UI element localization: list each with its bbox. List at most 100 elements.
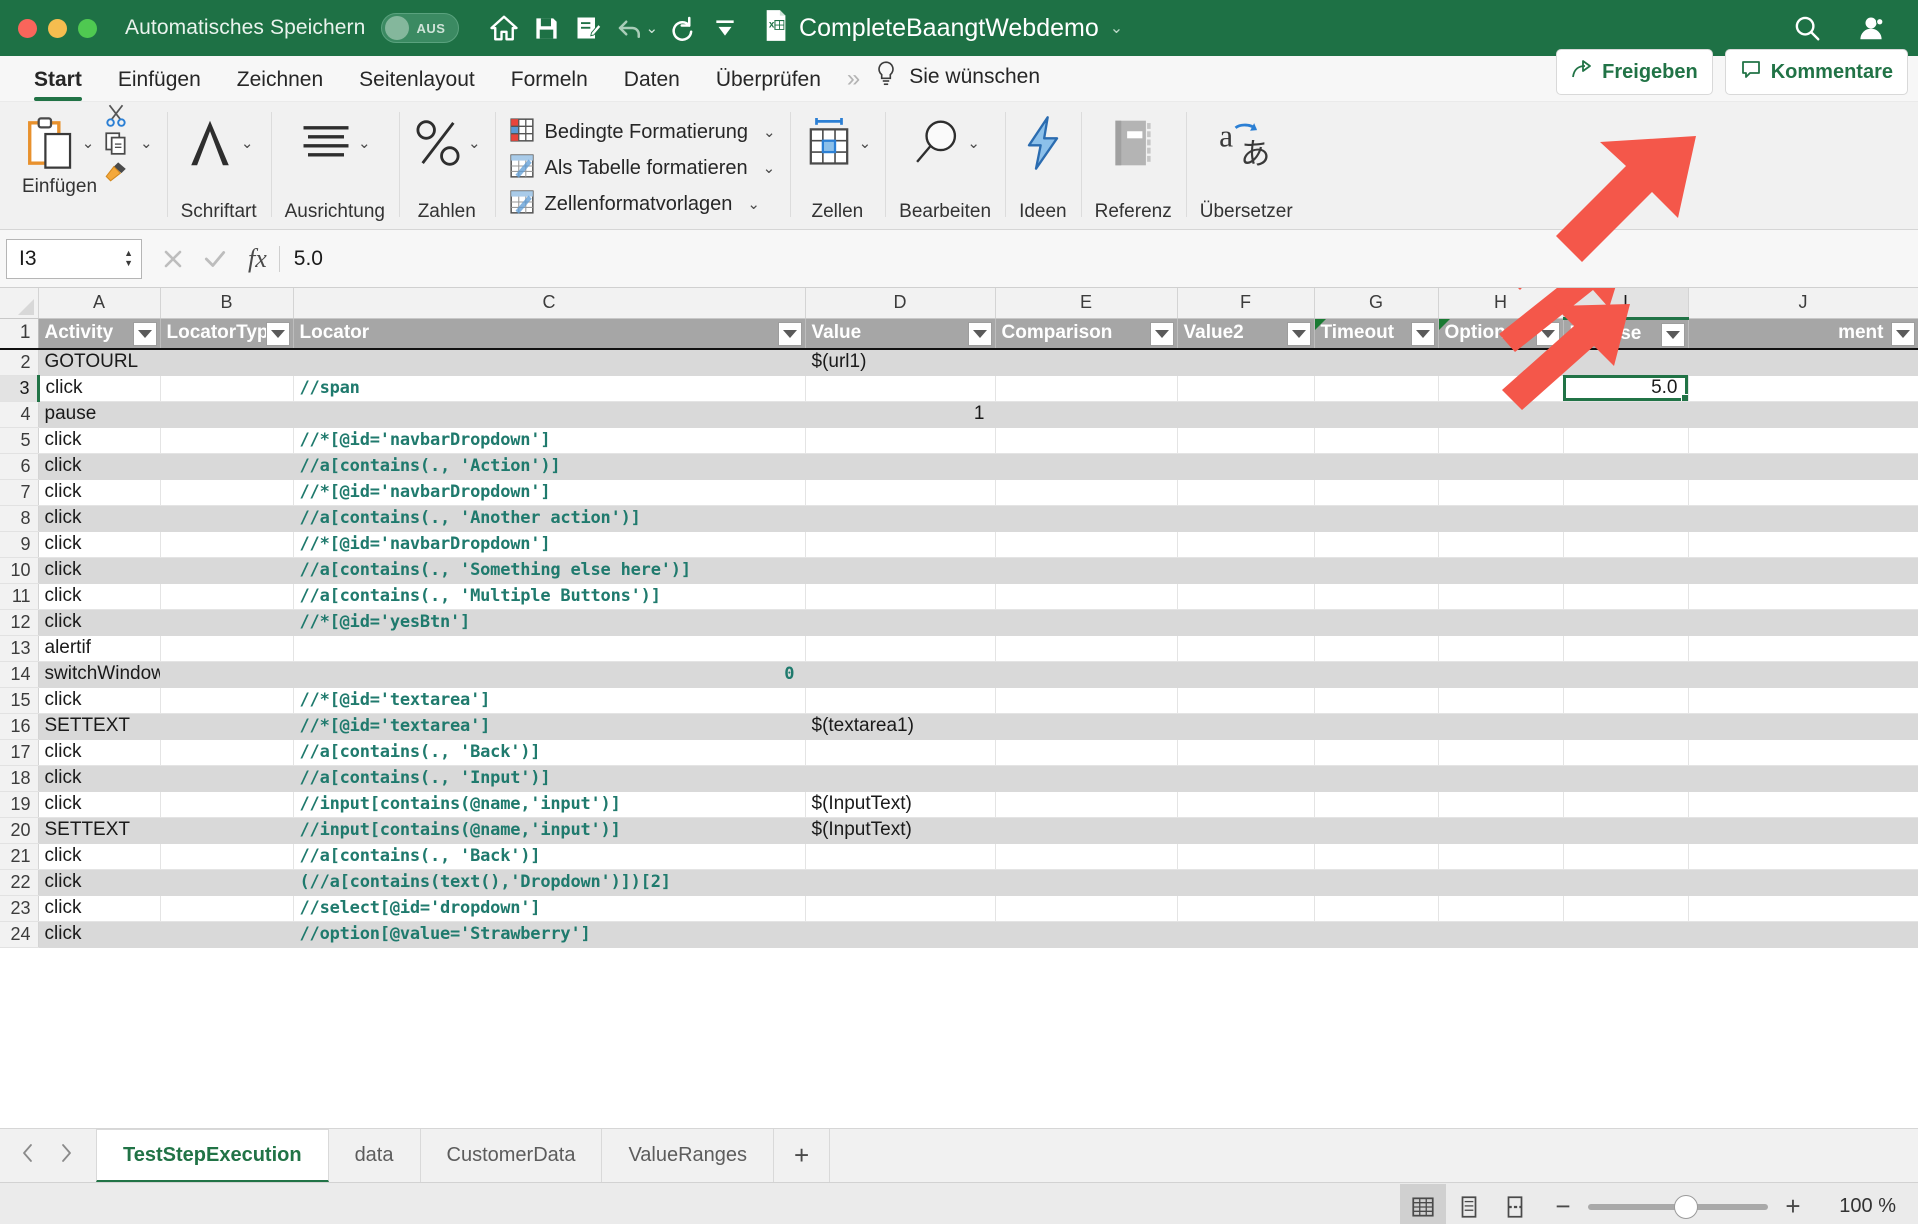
cell-styles-caret[interactable]: ⌄ [747, 195, 760, 213]
cell-A19[interactable]: click [38, 791, 161, 818]
cell-G17[interactable] [1314, 739, 1439, 766]
cell-F16[interactable] [1177, 713, 1315, 740]
cell-E21[interactable] [995, 843, 1178, 870]
cell-H24[interactable] [1438, 921, 1564, 948]
table-header-comparison[interactable]: Comparison [995, 318, 1178, 350]
cell-C14[interactable]: 0 [293, 661, 806, 688]
cell-B14[interactable] [160, 661, 294, 688]
cell-styles-button[interactable]: Zellenformatvorlagen ⌄ [509, 186, 760, 222]
cell-B2[interactable] [160, 349, 294, 376]
cell-H18[interactable] [1438, 765, 1564, 792]
cell-G10[interactable] [1314, 557, 1439, 584]
cell-I8[interactable] [1563, 505, 1689, 532]
table-row[interactable]: 2 GOTOURL $(url1) [0, 349, 1918, 376]
cell-F11[interactable] [1177, 583, 1315, 610]
cell-B12[interactable] [160, 609, 294, 636]
filter-button-locatortype[interactable] [265, 321, 290, 346]
filter-button-value2[interactable] [1286, 321, 1311, 346]
cell-F24[interactable] [1177, 921, 1315, 948]
cell-D19[interactable]: $(InputText) [805, 791, 996, 818]
cell-F21[interactable] [1177, 843, 1315, 870]
cell-C19[interactable]: //input[contains(@name,'input')] [293, 791, 806, 818]
cell-C24[interactable]: //option[@value='Strawberry'] [293, 921, 806, 948]
conditional-formatting-caret[interactable]: ⌄ [763, 123, 776, 141]
cell-F10[interactable] [1177, 557, 1315, 584]
cell-J4[interactable] [1688, 401, 1918, 428]
cell-D20[interactable]: $(InputText) [805, 817, 996, 844]
edit-find-dropdown-caret[interactable]: ⌄ [967, 134, 980, 152]
zoom-slider-knob[interactable] [1674, 1194, 1698, 1219]
cell-J17[interactable] [1688, 739, 1918, 766]
cell-A16[interactable]: SETTEXT [38, 713, 161, 740]
cell-J23[interactable] [1688, 895, 1918, 922]
cell-B22[interactable] [160, 869, 294, 896]
table-row[interactable]: 16 SETTEXT //*[@id='textarea'] $(textarea1) [0, 713, 1918, 740]
cell-D6[interactable] [805, 453, 996, 480]
cell-C13[interactable] [293, 635, 806, 662]
cell-B5[interactable] [160, 427, 294, 454]
cell-J19[interactable] [1688, 791, 1918, 818]
selected-cell[interactable]: 5.0 [1563, 375, 1689, 402]
column-header-i[interactable]: I [1563, 288, 1689, 320]
row-header-17[interactable]: 17 [0, 739, 39, 766]
cell-I17[interactable] [1563, 739, 1689, 766]
table-header-optional[interactable]: Optional [1438, 318, 1564, 350]
cell-H5[interactable] [1438, 427, 1564, 454]
row-header-14[interactable]: 14 [0, 661, 39, 688]
tab-zeichnen[interactable]: Zeichnen [219, 68, 341, 101]
cell-C16[interactable]: //*[@id='textarea'] [293, 713, 806, 740]
row-header-12[interactable]: 12 [0, 609, 39, 636]
cell-I14[interactable] [1563, 661, 1689, 688]
cell-H8[interactable] [1438, 505, 1564, 532]
sheet-nav-arrows[interactable] [14, 1129, 96, 1182]
cell-E20[interactable] [995, 817, 1178, 844]
number-format-dropdown-caret[interactable]: ⌄ [468, 134, 481, 152]
cell-B21[interactable] [160, 843, 294, 870]
table-header-value2[interactable]: Value2 [1177, 318, 1315, 350]
cell-G6[interactable] [1314, 453, 1439, 480]
table-row[interactable]: 6 click //a[contains(., 'Action')] [0, 453, 1918, 480]
cell-H12[interactable] [1438, 609, 1564, 636]
cell-G18[interactable] [1314, 765, 1439, 792]
cell-G9[interactable] [1314, 531, 1439, 558]
sheet-tab-customerdata[interactable]: CustomerData [421, 1129, 603, 1182]
cell-E14[interactable] [995, 661, 1178, 688]
cell-D2[interactable]: $(url1) [805, 349, 996, 376]
home-icon[interactable] [483, 7, 525, 49]
row-header-23[interactable]: 23 [0, 895, 39, 922]
cell-C15[interactable]: //*[@id='textarea'] [293, 687, 806, 714]
zoom-controls[interactable]: − + 100 % [1552, 1191, 1896, 1222]
cell-I16[interactable] [1563, 713, 1689, 740]
cell-D10[interactable] [805, 557, 996, 584]
cell-A18[interactable]: click [38, 765, 161, 792]
cell-J7[interactable] [1688, 479, 1918, 506]
column-header-d[interactable]: D [805, 288, 996, 319]
name-box-spinner[interactable]: ▲ ▼ [124, 249, 133, 268]
cell-E23[interactable] [995, 895, 1178, 922]
cell-E5[interactable] [995, 427, 1178, 454]
cell-A7[interactable]: click [38, 479, 161, 506]
column-header-h[interactable]: H [1438, 288, 1564, 319]
column-header-j[interactable]: J [1688, 288, 1918, 319]
row-header-9[interactable]: 9 [0, 531, 39, 558]
table-row[interactable]: 12 click //*[@id='yesBtn'] [0, 609, 1918, 636]
row-header-8[interactable]: 8 [0, 505, 39, 532]
cell-F8[interactable] [1177, 505, 1315, 532]
cell-G14[interactable] [1314, 661, 1439, 688]
cell-C20[interactable]: //input[contains(@name,'input')] [293, 817, 806, 844]
row-header-11[interactable]: 11 [0, 583, 39, 610]
cell-J16[interactable] [1688, 713, 1918, 740]
cells-button[interactable]: ⌄ [804, 110, 871, 176]
alignment-dropdown-caret[interactable]: ⌄ [358, 134, 371, 152]
table-header-comment[interactable]: ment [1688, 318, 1918, 350]
cell-I24[interactable] [1563, 921, 1689, 948]
cell-E22[interactable] [995, 869, 1178, 896]
cell-H10[interactable] [1438, 557, 1564, 584]
cell-E18[interactable] [995, 765, 1178, 792]
cell-H14[interactable] [1438, 661, 1564, 688]
cell-B10[interactable] [160, 557, 294, 584]
fx-icon[interactable]: fx [236, 244, 279, 274]
alignment-button[interactable]: ⌄ [299, 110, 371, 176]
cell-E6[interactable] [995, 453, 1178, 480]
cell-I6[interactable] [1563, 453, 1689, 480]
